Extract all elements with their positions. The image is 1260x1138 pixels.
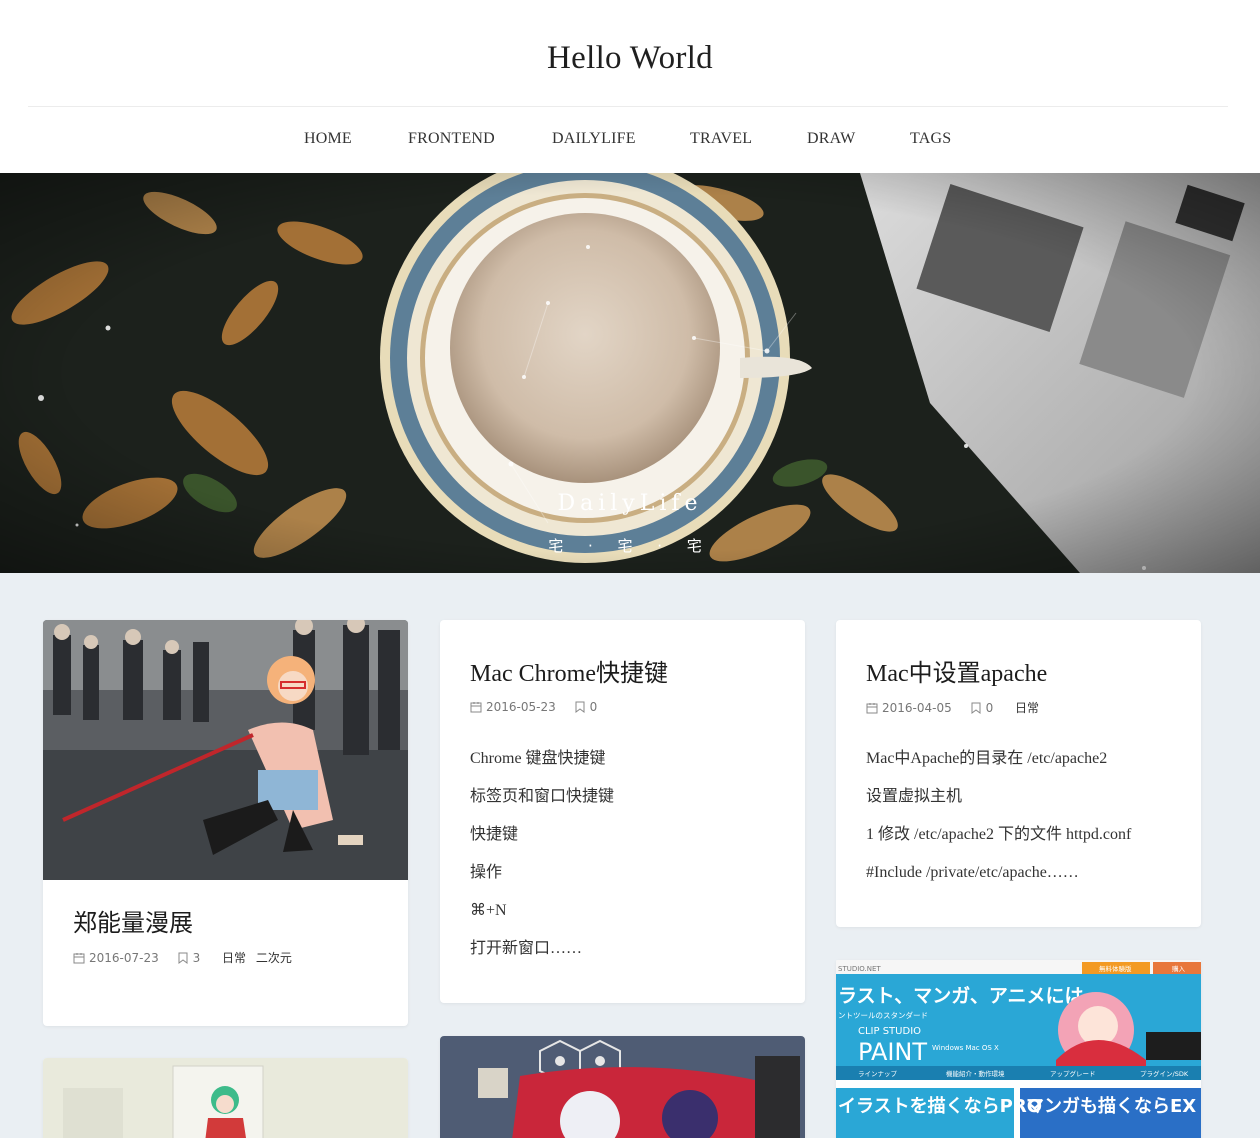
hero-subtitle: 宅 · 宅 · 宅	[548, 537, 712, 555]
post-meta: 2016-07-23 3 日常 二次元	[73, 949, 292, 965]
promo-tab: プラグイン/SDK	[1140, 1069, 1189, 1078]
header-divider	[28, 106, 1228, 107]
excerpt-line: 打开新窗口……	[470, 940, 583, 957]
calendar-icon	[470, 701, 482, 712]
post-meta: 2016-04-05 0 日常	[866, 699, 1039, 715]
post-tag[interactable]: 日常	[222, 949, 246, 966]
post-date: 2016-05-23	[486, 699, 556, 714]
post-thumbnail[interactable]	[43, 620, 408, 880]
excerpt-line: ⌘+N	[470, 902, 507, 919]
comment-count: 3	[192, 950, 201, 965]
calendar-icon	[866, 702, 878, 713]
bookmark-icon	[575, 701, 585, 713]
category-hero: DailyLife 宅 · 宅 · 宅	[0, 173, 1260, 573]
nav-travel[interactable]: TRAVEL	[690, 130, 752, 148]
post-title[interactable]: Mac中设置apache	[866, 653, 1047, 688]
promo-tagline: ントツールのスタンダード	[838, 1010, 928, 1020]
nav-home[interactable]: HOME	[304, 130, 352, 148]
nav-frontend[interactable]: FRONTEND	[408, 130, 495, 148]
site-header: Hello World HOME FRONTEND DAILYLIFE TRAV…	[0, 0, 1260, 173]
post-tag[interactable]: 二次元	[256, 949, 292, 966]
post-excerpt: Chrome 键盘快捷键 标签页和窗口快捷键 快捷键 操作 ⌘+N 打开新窗口……	[470, 740, 614, 968]
promo-headline: ラスト、マンガ、アニメには。	[838, 985, 1102, 1007]
nav-dailylife[interactable]: DAILYLIFE	[552, 130, 636, 148]
excerpt-line: 设置虚拟主机	[866, 788, 963, 805]
product-os: Windows Mac OS X	[932, 1044, 999, 1052]
post-card[interactable]: Mac中设置apache 2016-04-05 0 日常 Mac中Apache的…	[836, 620, 1201, 927]
bookmark-icon	[178, 952, 188, 964]
pro-headline: イラストを描くならPRO	[838, 1095, 1042, 1117]
excerpt-line: 标签页和窗口快捷键	[470, 788, 615, 805]
post-card[interactable]	[43, 1058, 408, 1138]
nav-tags[interactable]: TAGS	[910, 130, 951, 148]
promo-tab: ラインナップ	[858, 1070, 898, 1078]
comment-count: 0	[589, 699, 598, 714]
excerpt-line: 1 修改 /etc/apache2 下的文件 httpd.conf	[866, 826, 1132, 843]
hero-title: DailyLife	[557, 491, 703, 516]
promo-banner[interactable]: STUDIO.NET 無料体験版 購入 ラスト、マンガ、アニメには。 ントツール…	[836, 960, 1201, 1138]
calendar-icon	[73, 952, 85, 963]
excerpt-line: Chrome 键盘快捷键	[470, 750, 606, 767]
post-thumbnail[interactable]	[43, 1058, 408, 1138]
promo-card[interactable]: STUDIO.NET 無料体験版 購入 ラスト、マンガ、アニメには。 ントツール…	[836, 960, 1201, 1138]
post-thumbnail[interactable]	[440, 1036, 805, 1138]
promo-tab: アップグレード	[1050, 1069, 1096, 1078]
bookmark-icon	[971, 702, 981, 714]
excerpt-line: #Include /private/etc/apache……	[866, 864, 1079, 881]
comment-count: 0	[985, 700, 994, 715]
post-card[interactable]: 郑能量漫展 2016-07-23 3 日常 二次元	[43, 620, 408, 1026]
post-meta: 2016-05-23 0	[470, 699, 597, 715]
excerpt-line: Mac中Apache的目录在 /etc/apache2	[866, 750, 1108, 767]
site-title[interactable]: Hello World	[0, 40, 1260, 77]
excerpt-line: 操作	[470, 864, 503, 881]
post-excerpt: Mac中Apache的目录在 /etc/apache2 设置虚拟主机 1 修改 …	[866, 740, 1131, 892]
post-card[interactable]: Mac Chrome快捷键 2016-05-23 0 Chrome 键盘快捷键 …	[440, 620, 805, 1003]
nav-draw[interactable]: DRAW	[807, 130, 855, 148]
free-trial-label: 無料体験版	[1099, 964, 1132, 973]
post-tag[interactable]: 日常	[1015, 699, 1039, 716]
main-nav: HOME FRONTEND DAILYLIFE TRAVEL DRAW TAGS	[0, 130, 1260, 152]
ex-headline: マンガも描くならEX	[1026, 1095, 1196, 1117]
promo-site: STUDIO.NET	[838, 965, 881, 973]
excerpt-line: 快捷键	[470, 826, 519, 843]
post-date: 2016-07-23	[89, 950, 159, 965]
buy-label: 購入	[1172, 964, 1186, 973]
post-card[interactable]	[440, 1036, 805, 1138]
post-title[interactable]: Mac Chrome快捷键	[470, 653, 668, 688]
post-date: 2016-04-05	[882, 700, 952, 715]
product-name-large: PAINT	[858, 1038, 927, 1066]
post-title[interactable]: 郑能量漫展	[73, 903, 193, 938]
product-name: CLIP STUDIO	[858, 1026, 921, 1037]
promo-tab: 機能紹介・動作環境	[946, 1069, 1005, 1078]
